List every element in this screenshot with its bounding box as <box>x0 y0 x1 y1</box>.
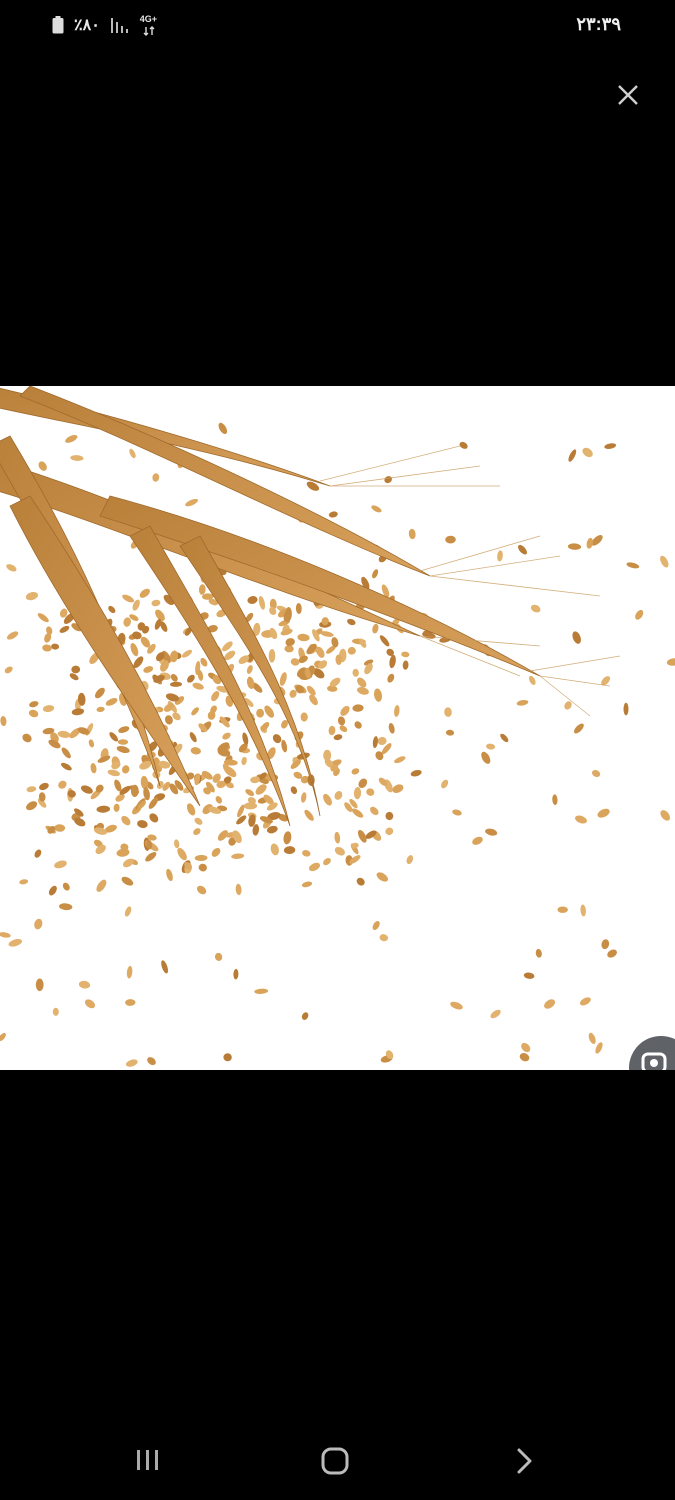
close-button[interactable] <box>615 82 641 108</box>
home-icon <box>321 1447 349 1475</box>
recent-apps-icon <box>137 1450 158 1470</box>
google-lens-button[interactable] <box>629 1036 675 1070</box>
battery-percent: ٪۸۰ <box>74 17 100 34</box>
wheat-grain <box>623 702 629 716</box>
battery-icon <box>52 16 64 34</box>
signal-bars-icon <box>110 16 130 34</box>
back-icon <box>517 1448 532 1474</box>
wheat-grain <box>35 978 44 992</box>
back-button[interactable] <box>514 1446 536 1476</box>
status-left-group: ٪۸۰ 4G+ <box>52 14 162 36</box>
wheat-illustration <box>0 386 675 1070</box>
home-button[interactable] <box>320 1446 350 1476</box>
wheat-grain <box>557 906 568 913</box>
close-icon <box>618 85 638 105</box>
navigation-bar <box>0 1430 675 1490</box>
status-bar: ٪۸۰ 4G+ ۲۳:۳۹ <box>0 0 675 50</box>
google-lens-icon <box>641 1052 667 1070</box>
network-4g-icon: 4G+ <box>140 14 162 36</box>
status-time: ۲۳:۳۹ <box>576 14 621 34</box>
wheat-photo <box>0 386 675 1070</box>
recent-apps-button[interactable] <box>134 1446 162 1474</box>
